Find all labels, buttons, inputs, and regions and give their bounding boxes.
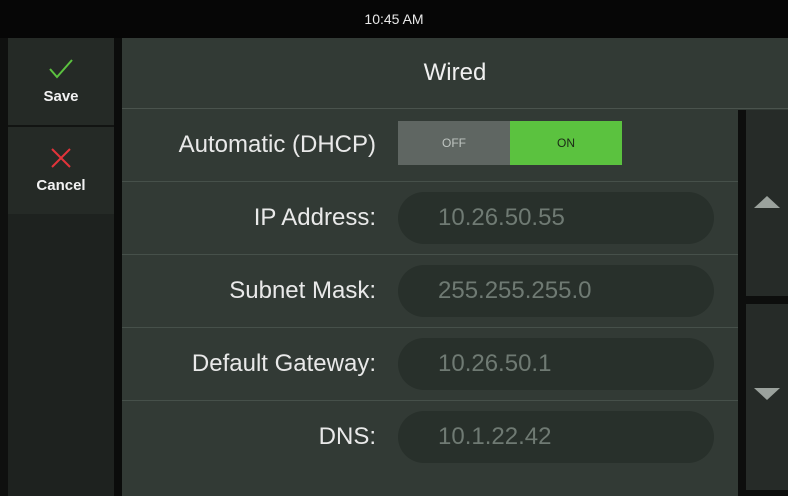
default-gateway-label: Default Gateway:: [191, 350, 376, 377]
default-gateway-row: Default Gateway: 10.26.50.1: [122, 328, 738, 400]
scroll-up-button[interactable]: [746, 110, 788, 296]
save-button[interactable]: Save: [8, 38, 114, 127]
dhcp-toggle[interactable]: OFF ON: [398, 121, 622, 165]
subnet-mask-row: Subnet Mask: 255.255.255.0: [122, 255, 738, 327]
dns-row: DNS: 10.1.22.42: [122, 401, 738, 473]
dns-field[interactable]: 10.1.22.42: [398, 411, 714, 463]
scroll-bar: [738, 110, 788, 496]
status-bar: 10:45 AM: [0, 0, 788, 38]
cancel-button[interactable]: Cancel: [8, 127, 114, 214]
x-close-icon: [49, 147, 73, 173]
page-title: Wired: [122, 38, 788, 109]
checkmark-icon: [48, 58, 74, 84]
scroll-down-button[interactable]: [746, 304, 788, 490]
dhcp-off-option[interactable]: OFF: [398, 121, 510, 165]
dns-label: DNS:: [318, 423, 376, 450]
arrow-up-icon: [754, 194, 780, 213]
sidebar: Save Cancel: [8, 38, 114, 496]
wired-settings-panel: Wired Automatic (DHCP) OFF ON IP Address…: [122, 38, 788, 496]
ip-address-row: IP Address: 10.26.50.55: [122, 182, 738, 254]
settings-window: Save Cancel Wired Automatic (DHCP) OFF O…: [8, 38, 788, 496]
ip-address-label: IP Address:: [253, 204, 376, 231]
dhcp-row: Automatic (DHCP) OFF ON: [122, 109, 738, 181]
arrow-down-icon: [754, 387, 780, 407]
panel-divider: [114, 38, 122, 496]
dhcp-label: Automatic (DHCP): [178, 131, 376, 158]
clock: 10:45 AM: [364, 11, 424, 27]
cancel-label: Cancel: [36, 177, 86, 194]
default-gateway-field[interactable]: 10.26.50.1: [398, 338, 714, 390]
save-label: Save: [43, 88, 79, 105]
subnet-mask-label: Subnet Mask:: [229, 277, 376, 304]
subnet-mask-field[interactable]: 255.255.255.0: [398, 265, 714, 317]
dhcp-on-option[interactable]: ON: [510, 121, 622, 165]
ip-address-field[interactable]: 10.26.50.55: [398, 192, 714, 244]
